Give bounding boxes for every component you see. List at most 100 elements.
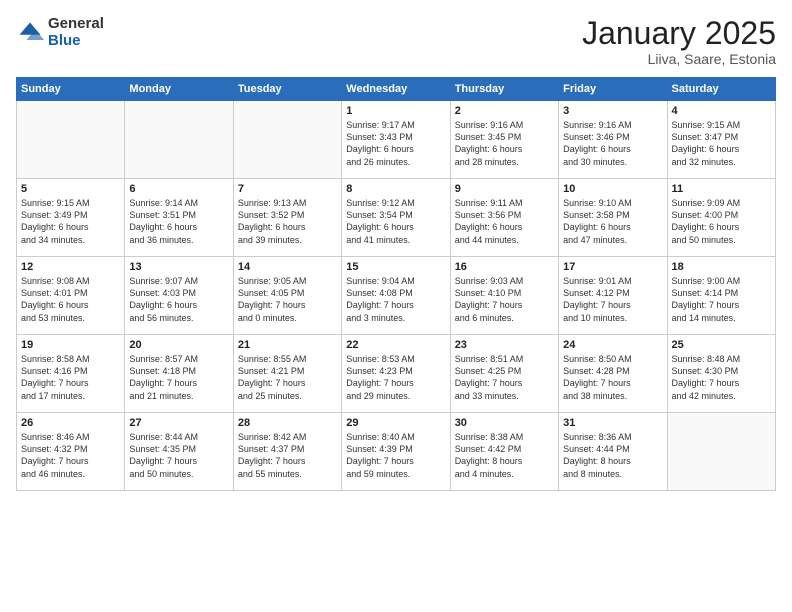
header-thursday: Thursday [450, 78, 558, 101]
day-info: Sunrise: 8:42 AM Sunset: 4:37 PM Dayligh… [238, 431, 337, 480]
day-info: Sunrise: 8:38 AM Sunset: 4:42 PM Dayligh… [455, 431, 554, 480]
day-number: 26 [21, 417, 120, 429]
table-row: 25 Sunrise: 8:48 AM Sunset: 4:30 PM Dayli… [667, 335, 775, 413]
day-info: Sunrise: 9:14 AM Sunset: 3:51 PM Dayligh… [129, 197, 228, 246]
table-row: 4 Sunrise: 9:15 AM Sunset: 3:47 PM Daylig… [667, 101, 775, 179]
logo-icon [16, 19, 44, 47]
calendar-week-row: 19Sunrise: 8:58 AM Sunset: 4:16 PM Dayli… [17, 335, 776, 413]
calendar-week-row: 26 Sunrise: 8:46 AM Sunset: 4:32 PM Dayli… [17, 413, 776, 491]
day-info: Sunrise: 8:57 AM Sunset: 4:18 PM Dayligh… [129, 353, 228, 402]
header: General Blue January 2025 Liiva, Saare, … [16, 16, 776, 67]
day-info: Sunrise: 8:48 AM Sunset: 4:30 PM Dayligh… [672, 353, 771, 402]
table-row: 8 Sunrise: 9:12 AM Sunset: 3:54 PM Daylig… [342, 179, 450, 257]
day-info: Sunrise: 9:03 AM Sunset: 4:10 PM Dayligh… [455, 275, 554, 324]
table-row [125, 101, 233, 179]
day-number: 17 [563, 261, 662, 273]
day-info: Sunrise: 9:15 AM Sunset: 3:49 PM Dayligh… [21, 197, 120, 246]
page: General Blue January 2025 Liiva, Saare, … [0, 0, 792, 612]
day-number: 21 [238, 339, 337, 351]
day-info: Sunrise: 8:55 AM Sunset: 4:21 PM Dayligh… [238, 353, 337, 402]
table-row: 20 Sunrise: 8:57 AM Sunset: 4:18 PM Dayli… [125, 335, 233, 413]
logo-general-text: General [48, 16, 104, 33]
day-number: 7 [238, 183, 337, 195]
table-row: 23Sunrise: 8:51 AM Sunset: 4:25 PM Dayli… [450, 335, 558, 413]
table-row: 21 Sunrise: 8:55 AM Sunset: 4:21 PM Dayli… [233, 335, 341, 413]
day-info: Sunrise: 8:53 AM Sunset: 4:23 PM Dayligh… [346, 353, 445, 402]
day-number: 10 [563, 183, 662, 195]
table-row: 24Sunrise: 8:50 AM Sunset: 4:28 PM Dayli… [559, 335, 667, 413]
table-row: 27Sunrise: 8:44 AM Sunset: 4:35 PM Dayli… [125, 413, 233, 491]
calendar-week-row: 1 Sunrise: 9:17 AM Sunset: 3:43 PM Daylig… [17, 101, 776, 179]
table-row: 5Sunrise: 9:15 AM Sunset: 3:49 PM Daylig… [17, 179, 125, 257]
calendar-week-row: 12 Sunrise: 9:08 AM Sunset: 4:01 PM Dayli… [17, 257, 776, 335]
day-info: Sunrise: 9:12 AM Sunset: 3:54 PM Dayligh… [346, 197, 445, 246]
table-row: 3 Sunrise: 9:16 AM Sunset: 3:46 PM Daylig… [559, 101, 667, 179]
header-saturday: Saturday [667, 78, 775, 101]
table-row: 19Sunrise: 8:58 AM Sunset: 4:16 PM Dayli… [17, 335, 125, 413]
day-number: 31 [563, 417, 662, 429]
day-number: 4 [672, 105, 771, 117]
table-row: 1 Sunrise: 9:17 AM Sunset: 3:43 PM Daylig… [342, 101, 450, 179]
table-row: 14 Sunrise: 9:05 AM Sunset: 4:05 PM Dayli… [233, 257, 341, 335]
day-number: 11 [672, 183, 771, 195]
day-number: 25 [672, 339, 771, 351]
day-info: Sunrise: 9:05 AM Sunset: 4:05 PM Dayligh… [238, 275, 337, 324]
header-sunday: Sunday [17, 78, 125, 101]
title-block: January 2025 Liiva, Saare, Estonia [582, 16, 776, 67]
day-number: 27 [129, 417, 228, 429]
logo-text: General Blue [48, 16, 104, 49]
day-number: 9 [455, 183, 554, 195]
table-row: 18 Sunrise: 9:00 AM Sunset: 4:14 PM Dayli… [667, 257, 775, 335]
day-number: 30 [455, 417, 554, 429]
day-number: 22 [346, 339, 445, 351]
day-info: Sunrise: 9:08 AM Sunset: 4:01 PM Dayligh… [21, 275, 120, 324]
table-row: 10Sunrise: 9:10 AM Sunset: 3:58 PM Dayli… [559, 179, 667, 257]
day-info: Sunrise: 9:07 AM Sunset: 4:03 PM Dayligh… [129, 275, 228, 324]
day-info: Sunrise: 9:17 AM Sunset: 3:43 PM Dayligh… [346, 119, 445, 168]
day-number: 8 [346, 183, 445, 195]
day-number: 16 [455, 261, 554, 273]
day-info: Sunrise: 9:00 AM Sunset: 4:14 PM Dayligh… [672, 275, 771, 324]
day-info: Sunrise: 9:04 AM Sunset: 4:08 PM Dayligh… [346, 275, 445, 324]
header-friday: Friday [559, 78, 667, 101]
table-row: 22 Sunrise: 8:53 AM Sunset: 4:23 PM Dayli… [342, 335, 450, 413]
calendar-subtitle: Liiva, Saare, Estonia [582, 51, 776, 67]
day-info: Sunrise: 9:01 AM Sunset: 4:12 PM Dayligh… [563, 275, 662, 324]
day-number: 20 [129, 339, 228, 351]
calendar-title: January 2025 [582, 16, 776, 51]
table-row: 9 Sunrise: 9:11 AM Sunset: 3:56 PM Daylig… [450, 179, 558, 257]
day-number: 28 [238, 417, 337, 429]
header-wednesday: Wednesday [342, 78, 450, 101]
table-row [667, 413, 775, 491]
day-info: Sunrise: 8:46 AM Sunset: 4:32 PM Dayligh… [21, 431, 120, 480]
table-row: 7Sunrise: 9:13 AM Sunset: 3:52 PM Daylig… [233, 179, 341, 257]
weekday-header-row: Sunday Monday Tuesday Wednesday Thursday… [17, 78, 776, 101]
day-info: Sunrise: 9:16 AM Sunset: 3:46 PM Dayligh… [563, 119, 662, 168]
day-number: 15 [346, 261, 445, 273]
table-row [17, 101, 125, 179]
table-row: 30 Sunrise: 8:38 AM Sunset: 4:42 PM Dayli… [450, 413, 558, 491]
day-info: Sunrise: 8:50 AM Sunset: 4:28 PM Dayligh… [563, 353, 662, 402]
day-number: 1 [346, 105, 445, 117]
header-monday: Monday [125, 78, 233, 101]
table-row: 29 Sunrise: 8:40 AM Sunset: 4:39 PM Dayli… [342, 413, 450, 491]
table-row: 26 Sunrise: 8:46 AM Sunset: 4:32 PM Dayli… [17, 413, 125, 491]
day-info: Sunrise: 9:11 AM Sunset: 3:56 PM Dayligh… [455, 197, 554, 246]
day-info: Sunrise: 9:15 AM Sunset: 3:47 PM Dayligh… [672, 119, 771, 168]
day-info: Sunrise: 9:09 AM Sunset: 4:00 PM Dayligh… [672, 197, 771, 246]
calendar-week-row: 5Sunrise: 9:15 AM Sunset: 3:49 PM Daylig… [17, 179, 776, 257]
day-info: Sunrise: 8:40 AM Sunset: 4:39 PM Dayligh… [346, 431, 445, 480]
table-row: 15 Sunrise: 9:04 AM Sunset: 4:08 PM Dayli… [342, 257, 450, 335]
table-row: 31 Sunrise: 8:36 AM Sunset: 4:44 PM Dayli… [559, 413, 667, 491]
day-number: 18 [672, 261, 771, 273]
day-info: Sunrise: 8:36 AM Sunset: 4:44 PM Dayligh… [563, 431, 662, 480]
table-row: 17 Sunrise: 9:01 AM Sunset: 4:12 PM Dayli… [559, 257, 667, 335]
day-number: 12 [21, 261, 120, 273]
day-number: 14 [238, 261, 337, 273]
day-number: 19 [21, 339, 120, 351]
day-number: 23 [455, 339, 554, 351]
header-tuesday: Tuesday [233, 78, 341, 101]
table-row: 2Sunrise: 9:16 AM Sunset: 3:45 PM Daylig… [450, 101, 558, 179]
day-number: 29 [346, 417, 445, 429]
day-number: 3 [563, 105, 662, 117]
